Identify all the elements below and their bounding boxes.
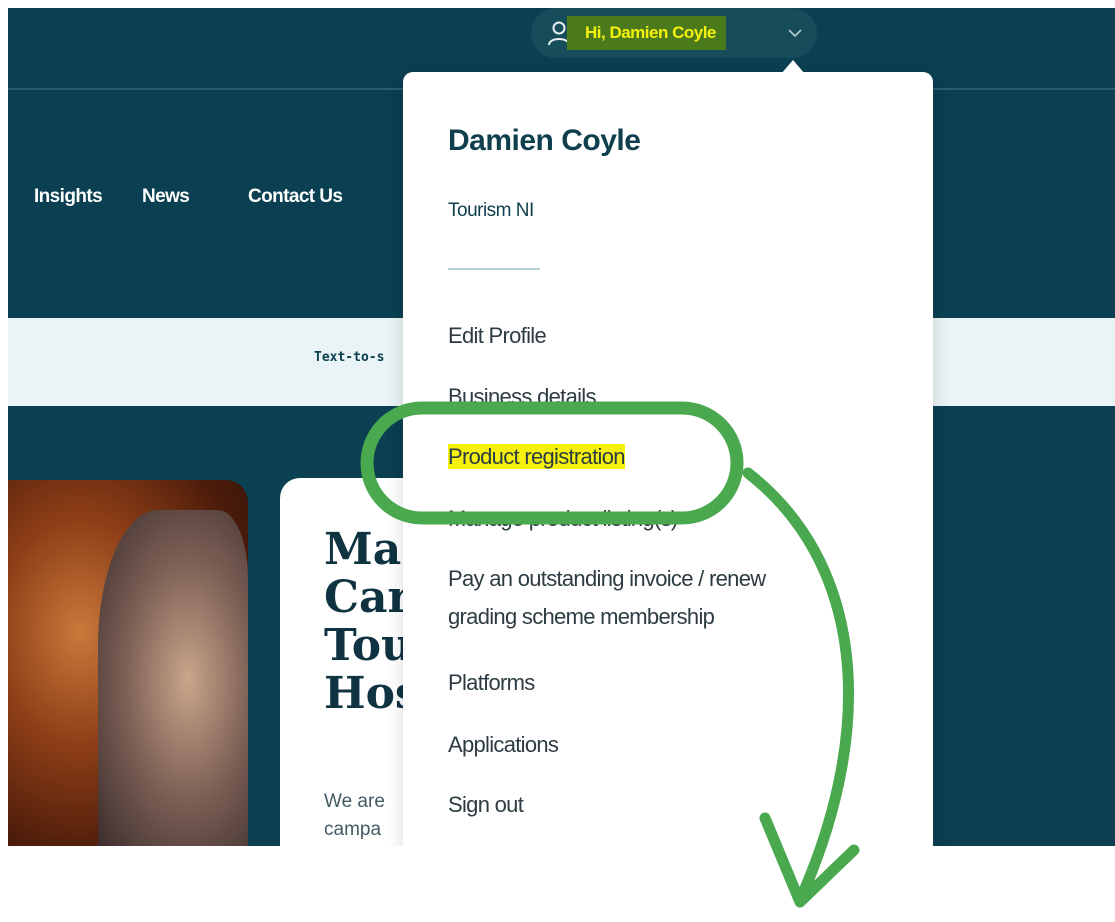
user-dropdown-menu: Damien Coyle Tourism NI Edit Profile Bus…: [403, 60, 933, 846]
chevron-down-icon[interactable]: [785, 22, 805, 42]
menu-item-edit-profile[interactable]: Edit Profile: [448, 317, 547, 355]
menu-item-sign-out[interactable]: Sign out: [448, 786, 524, 824]
hero-card-body: We are campa: [324, 791, 385, 840]
menu-item-business-details[interactable]: Business details: [448, 378, 596, 416]
menu-item-manage-listings[interactable]: Manage product listing(s): [448, 500, 678, 538]
dropdown-caret: [781, 60, 805, 74]
user-greeting[interactable]: Hi, Damien Coyle: [567, 16, 726, 50]
nav-item-news[interactable]: News: [142, 186, 190, 208]
menu-divider: [448, 268, 540, 270]
menu-item-pay-invoice[interactable]: Pay an outstanding invoice / renew gradi…: [448, 560, 868, 636]
hero-photo-detail: [98, 510, 248, 846]
nav-item-insights[interactable]: Insights: [34, 186, 103, 208]
menu-item-applications[interactable]: Applications: [448, 726, 559, 764]
menu-item-product-registration[interactable]: Product registration: [448, 438, 625, 476]
menu-organisation: Tourism NI: [448, 200, 534, 221]
text-to-speech-link[interactable]: Text-to-s: [314, 350, 384, 365]
menu-user-name: Damien Coyle: [448, 124, 641, 157]
nav-item-contact-us[interactable]: Contact Us: [248, 186, 343, 208]
user-menu-toggle[interactable]: Hi, Damien Coyle: [531, 8, 817, 58]
menu-item-platforms[interactable]: Platforms: [448, 664, 535, 702]
menu-item-product-registration-label: Product registration: [448, 444, 625, 469]
screenshot-frame: Hi, Damien Coyle Insights News Contact U…: [8, 8, 1115, 846]
hero-photo: [8, 480, 248, 846]
